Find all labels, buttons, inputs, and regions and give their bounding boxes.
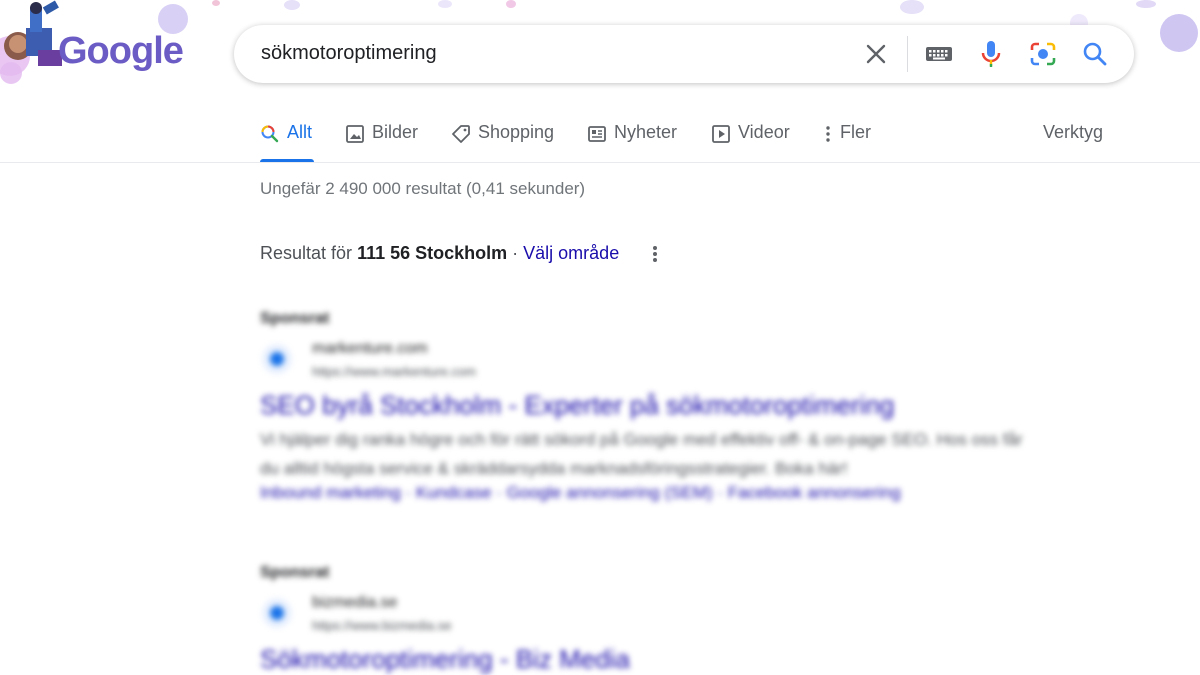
- tab-label: Allt: [287, 122, 313, 142]
- tag-icon: [452, 125, 470, 143]
- ad-description: Vi hjälper dig ranka högre och för rätt …: [260, 430, 1023, 478]
- google-doodle-logo[interactable]: Google: [0, 0, 190, 90]
- tab-label: Shopping: [478, 122, 555, 142]
- tab-more[interactable]: Fler: [823, 122, 871, 162]
- location-separator: ·: [507, 243, 524, 263]
- close-icon[interactable]: [860, 25, 892, 83]
- location-notice: Resultat för 111 56 Stockholm · Välj omr…: [260, 243, 619, 264]
- sponsored-result: Sponsrat markenture.com https://www.mark…: [260, 310, 1040, 503]
- change-location-link[interactable]: Välj område: [523, 243, 619, 263]
- decor-dot: [900, 0, 924, 14]
- tab-label: Nyheter: [614, 122, 678, 142]
- more-vert-icon[interactable]: [646, 242, 664, 266]
- google-logo-text: Google: [58, 30, 184, 72]
- location-prefix: Resultat för: [260, 243, 353, 263]
- image-icon: [346, 125, 364, 143]
- mic-icon[interactable]: [976, 25, 1006, 83]
- news-icon: [588, 126, 606, 142]
- favicon-icon: [262, 598, 292, 628]
- decor-dot: [1136, 0, 1156, 8]
- decor-dot: [506, 0, 516, 8]
- ad-site-name: markenture.com: [312, 340, 428, 357]
- sponsored-label: Sponsrat: [260, 310, 330, 327]
- keyboard-icon[interactable]: [922, 25, 956, 83]
- tools-button[interactable]: Verktyg: [1043, 122, 1103, 143]
- sponsored-label: Sponsrat: [260, 564, 330, 581]
- sponsored-result: Sponsrat bizmedia.se https://www.bizmedi…: [260, 564, 1040, 675]
- search-bar: sökmotoroptimering: [234, 25, 1134, 83]
- decor-dot: [212, 0, 220, 6]
- camera-icon[interactable]: [1027, 25, 1059, 83]
- ad-site-name: bizmedia.se: [312, 594, 398, 611]
- tabs-divider: [0, 162, 1200, 163]
- ad-site-info[interactable]: markenture.com https://www.markenture.co…: [260, 328, 1040, 380]
- more-vert-icon: [826, 126, 830, 142]
- tab-label: Fler: [840, 122, 871, 142]
- searchbar-divider: [907, 36, 908, 72]
- tab-shopping[interactable]: Shopping: [451, 122, 554, 162]
- ad-title-link[interactable]: Sökmotoroptimering - Biz Media: [260, 644, 1040, 675]
- search-input[interactable]: sökmotoroptimering: [261, 42, 437, 65]
- decor-dot: [1160, 14, 1198, 52]
- ad-site-info[interactable]: bizmedia.se https://www.bizmedia.se: [260, 582, 1040, 634]
- favicon-icon: [262, 344, 292, 374]
- result-stats: Ungefär 2 490 000 resultat (0,41 sekunde…: [260, 179, 586, 198]
- decor-dot: [284, 0, 300, 10]
- tab-label: Bilder: [372, 122, 419, 142]
- search-icon: [261, 125, 279, 143]
- ad-site-url: https://www.bizmedia.se: [312, 618, 452, 633]
- ad-title-link[interactable]: SEO byrå Stockholm - Experter på sökmoto…: [260, 390, 1040, 421]
- ad-site-url: https://www.markenture.com: [312, 364, 476, 379]
- tab-images[interactable]: Bilder: [345, 122, 418, 162]
- tab-news[interactable]: Nyheter: [587, 122, 677, 162]
- play-icon: [712, 125, 730, 143]
- tab-label: Videor: [738, 122, 790, 142]
- tab-videos[interactable]: Videor: [711, 122, 790, 162]
- tab-all[interactable]: Allt: [260, 122, 314, 162]
- ad-sitelinks[interactable]: Inbound marketing · Kundcase · Google an…: [260, 483, 1040, 503]
- location-place: 111 56 Stockholm: [357, 243, 508, 263]
- search-icon[interactable]: [1080, 25, 1110, 83]
- decor-dot: [438, 0, 452, 8]
